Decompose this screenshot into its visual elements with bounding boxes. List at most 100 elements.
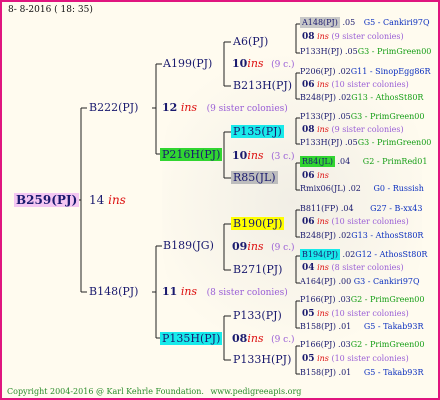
root-ins-line: 14 ins [89,194,126,206]
gen5-top: R84(JL) .04 G2 - PrimRed01 [300,156,427,167]
gen5-sisters: (9 sister colonies) [331,125,404,134]
gen5-bottom-line: G3 - PrimGreen00 [357,47,432,56]
gen5-ins-label: ins [317,80,329,89]
gen5-ins-label: ins [317,32,329,41]
gen5-top: A148(PJ) .05 G5 - Cankiri97Q [300,17,430,28]
gen5-top-name[interactable]: A148(PJ) [300,17,340,28]
gen5-top-line: G27 - B-xx43 [370,204,423,213]
gen2-node-b148[interactable]: B148(PJ) [89,286,138,297]
gen5-ins-count: 05 [302,354,315,364]
gen5-ins-line: 08 ins (9 sister colonies) [302,126,404,135]
gen5-top-line: G12 - AthosSt80R [355,250,428,259]
gen5-bottom-name[interactable]: P133H(PJ) [300,138,342,147]
gen2-ins-label: ins [180,101,198,114]
gen5-top-name[interactable]: P206(PJ) [300,67,335,76]
gen5-top-line: G11 - SinopEgg86R [350,67,431,76]
gen5-top-name[interactable]: P166(PJ) [300,295,335,304]
gen3-ins-label: ins [247,332,264,345]
pedigree-frame: 8- 8-2016 ( 18: 35) B259(PJ) 14 ins B222… [0,0,440,400]
gen5-ins-line: 06 ins (10 sister colonies) [302,218,409,227]
footer-site-link[interactable]: www.pedigreeapis.org [210,387,301,396]
gen5-bottom: B158(PJ) .01 G5 - Takab93R [300,369,424,377]
gen5-top-val: .03 [338,340,351,349]
gen4-node-b190[interactable]: B190(PJ) [231,217,285,230]
gen5-bottom: B248(PJ) .02G13 - AthosSt80R [300,94,423,102]
gen3-ins-count: 09 [232,240,248,253]
gen5-bottom-name[interactable]: B158(PJ) [300,368,336,377]
root-node[interactable]: B259(PJ) [14,193,80,207]
gen3-node-b189[interactable]: B189(JG) [163,240,214,251]
gen5-bottom-val: .01 [338,322,352,331]
gen5-ins-count: 05 [302,309,315,319]
gen3-sisters: (9 c.) [271,335,295,345]
gen2-node-b222[interactable]: B222(PJ) [89,102,138,113]
gen5-top: P133(PJ) .05G3 - PrimGreen00 [300,113,424,121]
gen5-bottom-name[interactable]: A164(PJ) [300,277,336,286]
gen5-ins-label: ins [317,354,329,363]
gen4-node-p133[interactable]: P133(PJ) [233,310,282,321]
gen5-top-name[interactable]: R84(JL) [300,156,335,167]
gen5-top-name[interactable]: B811(FP) [300,204,338,213]
gen4-node-p135[interactable]: P135(PJ) [231,125,284,138]
gen3-ins-label: ins [247,240,264,253]
gen5-top-name[interactable]: P166(PJ) [300,340,335,349]
gen3-ins-line-1: 10ins (9 c.) [232,58,295,70]
date-stamp: 8- 8-2016 ( 18: 35) [8,5,93,15]
gen4-node-a6[interactable]: A6(PJ) [233,36,268,47]
gen3-ins-line-3: 09ins (9 c.) [232,241,295,253]
gen5-top-val: .02 [342,250,356,259]
gen3-sisters: (9 c.) [271,60,295,70]
gen5-bottom-val: .05 [345,138,358,147]
gen5-ins-count: 08 [302,125,315,135]
gen5-bottom-name[interactable]: B158(PJ) [300,322,336,331]
gen3-node-p135h[interactable]: P135H(PJ) [160,332,223,345]
gen2-ins-count: 11 [162,285,178,298]
gen5-ins-count: 06 [302,217,315,227]
gen5-bottom-line: G3 - PrimGreen00 [357,138,432,147]
gen5-sisters: (10 sister colonies) [331,217,409,226]
gen5-sisters: (10 sister colonies) [331,80,409,89]
gen5-top-val: .05 [342,18,356,27]
gen5-top-val: .02 [338,67,351,76]
gen5-top-val: .04 [340,204,354,213]
gen3-node-a199[interactable]: A199(PJ) [163,58,212,69]
gen5-top: B194(PJ) .02G12 - AthosSt80R [300,249,428,260]
gen5-ins-label: ins [317,263,329,272]
footer-copyright: Copyright 2004-2016 @ Karl Kehrle Founda… [7,387,204,396]
gen3-ins-label: ins [247,149,264,162]
gen5-ins-label: ins [317,309,329,318]
gen5-bottom-name[interactable]: Rmix06(JL) [300,184,346,193]
gen5-bottom: B248(PJ) .02G13 - AthosSt80R [300,232,423,240]
gen5-bottom: A164(PJ) .00 G3 - Cankiri97Q [300,278,420,286]
root-ins-count: 14 [89,193,105,207]
gen5-top-val: .04 [337,157,351,166]
gen5-bottom-line: G13 - AthosSt80R [351,231,424,240]
gen5-bottom-line: G13 - AthosSt80R [351,93,424,102]
gen5-ins-line: 08 ins (9 sister colonies) [302,33,404,42]
gen3-ins-count: 10 [232,57,248,70]
gen3-ins-line-4: 08ins (9 c.) [232,333,295,345]
gen3-node-p216h[interactable]: P216H(PJ) [160,148,223,161]
gen5-bottom: Rmix06(JL) .02 G0 - Russish [300,185,424,193]
gen5-bottom-val: .05 [345,47,358,56]
gen5-bottom-val: .02 [348,184,361,193]
gen5-ins-line: 06 ins [302,172,329,181]
gen5-bottom-line: G5 - Takab93R [363,368,424,377]
gen5-top-line: G2 - PrimGreen00 [350,340,425,349]
gen5-top-name[interactable]: P133(PJ) [300,112,335,121]
gen4-node-r85[interactable]: R85(JL) [231,171,278,184]
gen5-bottom-line: G5 - Takab93R [363,322,424,331]
gen5-top-name[interactable]: B194(PJ) [300,249,340,260]
gen5-bottom-val: .02 [338,93,352,102]
gen5-ins-count: 04 [302,263,315,273]
gen5-top-line: G3 - PrimGreen00 [350,112,425,121]
gen4-node-b213h[interactable]: B213H(PJ) [233,80,292,91]
gen2-ins-label: ins [180,285,198,298]
gen3-sisters: (9 c.) [271,243,295,253]
gen5-bottom-name[interactable]: B248(PJ) [300,231,336,240]
gen4-node-p133h[interactable]: P133H(PJ) [233,354,291,365]
gen5-bottom-name[interactable]: P133H(PJ) [300,47,342,56]
gen5-bottom: P133H(PJ) .05G3 - PrimGreen00 [300,139,431,147]
gen5-bottom-name[interactable]: B248(PJ) [300,93,336,102]
gen4-node-b271[interactable]: B271(PJ) [233,264,282,275]
